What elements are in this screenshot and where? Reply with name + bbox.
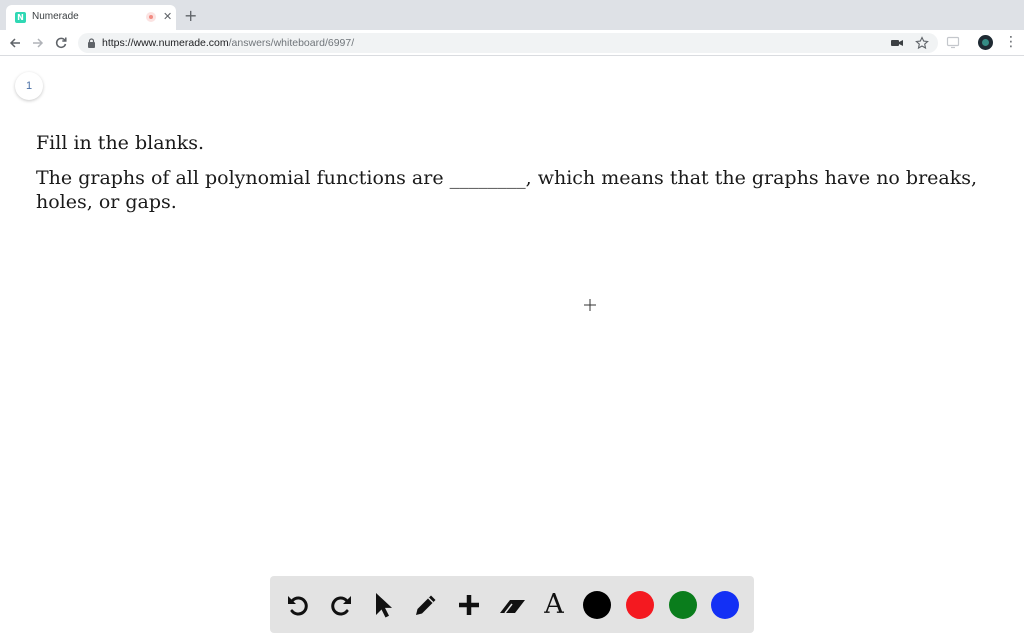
url-host: https://www.numerade.com	[102, 37, 229, 49]
select-tool-button[interactable]	[366, 588, 400, 622]
undo-button[interactable]	[281, 588, 315, 622]
drawing-toolbar: A	[270, 576, 754, 633]
question-block: Fill in the blanks. The graphs of all po…	[36, 131, 996, 214]
eraser-tool-button[interactable]	[495, 588, 529, 622]
redo-button[interactable]	[324, 588, 358, 622]
page-number-badge[interactable]: 1	[15, 72, 43, 100]
tab-close-icon[interactable]: ✕	[163, 10, 172, 24]
cast-icon[interactable]	[946, 35, 960, 49]
back-arrow-icon[interactable]	[8, 36, 22, 50]
question-prompt: Fill in the blanks.	[36, 132, 205, 154]
text-tool-icon: A	[544, 589, 564, 620]
browser-tab[interactable]: N Numerade ✕	[6, 5, 176, 30]
forward-arrow-icon[interactable]	[31, 36, 45, 50]
lock-icon[interactable]	[87, 38, 96, 48]
url-text[interactable]: https://www.numerade.com/answers/whitebo…	[102, 37, 354, 49]
eraser-icon	[500, 600, 525, 614]
question-text: The graphs of all polynomial functions a…	[36, 167, 978, 213]
color-red-swatch[interactable]	[626, 591, 654, 619]
browser-toolbar: https://www.numerade.com/answers/whitebo…	[0, 30, 1024, 56]
new-tab-button[interactable]: +	[184, 5, 197, 27]
color-black-swatch[interactable]	[583, 591, 611, 619]
undo-icon	[288, 596, 308, 616]
pencil-icon	[416, 595, 436, 615]
numerade-favicon-icon: N	[15, 12, 26, 23]
redo-icon	[331, 596, 351, 616]
add-icon	[459, 595, 479, 615]
crosshair-cursor-icon	[584, 299, 596, 311]
recording-indicator-icon	[146, 12, 156, 22]
profile-avatar[interactable]	[978, 35, 993, 50]
bookmark-star-icon[interactable]	[915, 36, 929, 50]
reload-icon[interactable]	[54, 36, 68, 50]
pencil-tool-button[interactable]	[409, 588, 443, 622]
color-green-swatch[interactable]	[669, 591, 697, 619]
address-bar[interactable]: https://www.numerade.com/answers/whitebo…	[78, 33, 938, 53]
text-tool-button[interactable]: A	[537, 588, 571, 622]
camera-icon[interactable]	[890, 36, 904, 50]
add-button[interactable]	[452, 588, 486, 622]
tab-strip: N Numerade ✕ +	[0, 0, 1024, 30]
tab-title: Numerade	[32, 11, 79, 22]
browser-menu-icon[interactable]: ⋮	[1004, 33, 1018, 51]
color-blue-swatch[interactable]	[711, 591, 739, 619]
url-path: /answers/whiteboard/6997/	[228, 37, 355, 49]
select-cursor-icon	[376, 593, 392, 618]
